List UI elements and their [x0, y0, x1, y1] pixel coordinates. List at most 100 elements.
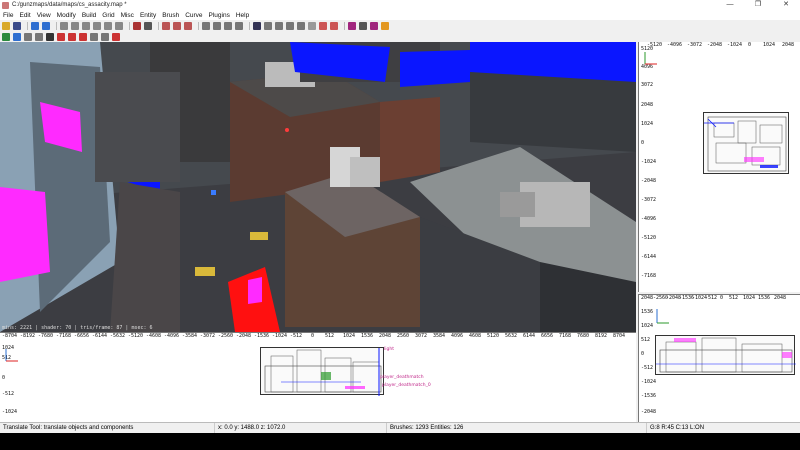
scale-lock-icon[interactable] — [286, 21, 294, 30]
x-tick: -1024 — [272, 333, 288, 339]
clipper-icon[interactable] — [202, 21, 210, 30]
x-tick: -7168 — [56, 333, 72, 339]
cubic-clip-icon[interactable] — [264, 21, 272, 30]
y-tick: 3072 — [641, 82, 654, 88]
y-tick: 2048 — [641, 102, 654, 108]
side-view[interactable]: -2560 -2048 -1536 -1024 -512 0 512 1024 … — [638, 294, 800, 422]
bevel-icon[interactable] — [57, 32, 65, 41]
flip-z-icon[interactable] — [115, 21, 123, 30]
cylinder-icon[interactable] — [101, 32, 109, 41]
toolbar-separator — [198, 21, 199, 30]
view-toggle-icon[interactable] — [13, 32, 21, 41]
menu-help[interactable]: Help — [236, 12, 249, 19]
maximize-button[interactable]: ❐ — [744, 0, 772, 10]
y-tick: -1024 — [641, 159, 657, 165]
menu-brush[interactable]: Brush — [162, 12, 179, 19]
sphere-icon[interactable] — [90, 32, 98, 41]
texture-find-icon[interactable] — [370, 21, 378, 30]
menu-bar: File Edit View Modify Build Grid Misc En… — [0, 10, 800, 20]
scale-icon[interactable] — [235, 21, 243, 30]
cube-icon[interactable] — [24, 32, 32, 41]
x-tick: -3072 — [687, 42, 703, 48]
x-tick: -2048 — [707, 42, 723, 48]
delete-icon[interactable] — [112, 32, 120, 41]
menu-file[interactable]: File — [3, 12, 13, 19]
x-tick: 4096 — [451, 333, 464, 339]
entity-label: player_deathmatch — [380, 375, 424, 380]
menu-modify[interactable]: Modify — [57, 12, 76, 19]
front-view[interactable]: -8704 -8192 -7680 -7168 -6656 -6144 -563… — [0, 332, 636, 422]
y-tick: 1024 — [641, 323, 654, 329]
top-view[interactable]: -5120 -4096 -3072 -2048 -1024 0 1024 204… — [638, 42, 800, 292]
csg-subtract-icon[interactable] — [162, 21, 170, 30]
entity-mode-icon[interactable] — [319, 21, 327, 30]
patch-icon[interactable] — [35, 32, 43, 41]
undo-icon[interactable] — [31, 21, 39, 30]
menu-misc[interactable]: Misc — [121, 12, 134, 19]
x-tick: -6144 — [92, 333, 108, 339]
y-tick: 0 — [641, 140, 645, 146]
flip-y-icon[interactable] — [93, 21, 101, 30]
camera-3d-view[interactable]: mins: 2221 | shader: 70 | tris/frame: 87… — [0, 42, 636, 332]
shader-icon[interactable] — [359, 21, 367, 30]
component-mode-icon[interactable] — [308, 21, 316, 30]
grid-icon[interactable] — [46, 32, 54, 41]
menu-entity[interactable]: Entity — [140, 12, 156, 19]
cone-icon[interactable] — [79, 32, 87, 41]
brush-mode-icon[interactable] — [330, 21, 338, 30]
toolbar-separator — [129, 21, 130, 30]
y-tick: -5120 — [641, 235, 657, 241]
y-tick: -512 — [2, 391, 15, 397]
window-title: C:/gunzmaps/data/maps/cs_assacity.map * — [12, 2, 127, 8]
x-tick: -2560 — [218, 333, 234, 339]
menu-grid[interactable]: Grid — [102, 12, 114, 19]
y-tick: -1536 — [641, 393, 657, 399]
x-tick: 5120 — [487, 333, 500, 339]
menu-curve[interactable]: Curve — [185, 12, 202, 19]
x-tick: 512 — [325, 333, 335, 339]
save-icon[interactable] — [13, 21, 21, 30]
select-inside-icon[interactable] — [144, 21, 152, 30]
translate-icon[interactable] — [213, 21, 221, 30]
x-tick: 7168 — [559, 333, 572, 339]
hollow-icon[interactable] — [184, 21, 192, 30]
minimize-button[interactable]: — — [716, 0, 744, 10]
rotate-x-icon[interactable] — [60, 21, 68, 30]
y-tick: 512 — [641, 337, 651, 343]
x-tick: -2048 — [236, 333, 252, 339]
select-touching-icon[interactable] — [133, 21, 141, 30]
redo-icon[interactable] — [42, 21, 50, 30]
rotate-icon[interactable] — [224, 21, 232, 30]
rotate-z-icon[interactable] — [104, 21, 112, 30]
patch-tesselation-icon[interactable] — [297, 21, 305, 30]
endcap-icon[interactable] — [68, 32, 76, 41]
menu-edit[interactable]: Edit — [19, 12, 30, 19]
texture-browser-icon[interactable] — [348, 21, 356, 30]
open-icon[interactable] — [2, 21, 10, 30]
menu-build[interactable]: Build — [82, 12, 96, 19]
status-tool: Translate Tool: translate objects and co… — [0, 422, 215, 434]
x-tick: 8192 — [595, 333, 608, 339]
y-tick: 0 — [2, 375, 6, 381]
menu-view[interactable]: View — [37, 12, 51, 19]
x-tick: 3072 — [415, 333, 428, 339]
x-tick: 6656 — [541, 333, 554, 339]
x-tick: 5632 — [505, 333, 518, 339]
refresh-icon[interactable] — [2, 32, 10, 41]
radiant-editor-window: C:/gunzmaps/data/maps/cs_assacity.map * … — [0, 0, 800, 450]
menu-plugins[interactable]: Plugins — [209, 12, 230, 19]
texture-lock-icon[interactable] — [275, 21, 283, 30]
y-tick: -3072 — [641, 197, 657, 203]
secondary-toolbar — [0, 31, 800, 42]
csg-merge-icon[interactable] — [173, 21, 181, 30]
flip-x-icon[interactable] — [71, 21, 79, 30]
close-button[interactable]: ✕ — [772, 0, 800, 10]
y-tick: 2048 — [641, 295, 654, 301]
radiant-icon[interactable] — [381, 21, 389, 30]
status-coordinates: x: 0.0 y: 1488.0 z: 1072.0 — [215, 422, 387, 434]
status-counts: Brushes: 1293 Entities: 126 — [387, 422, 647, 434]
status-bar: Translate Tool: translate objects and co… — [0, 422, 800, 434]
rotate-y-icon[interactable] — [82, 21, 90, 30]
x-tick: -1024 — [727, 42, 743, 48]
camera-view-icon[interactable] — [253, 21, 261, 30]
